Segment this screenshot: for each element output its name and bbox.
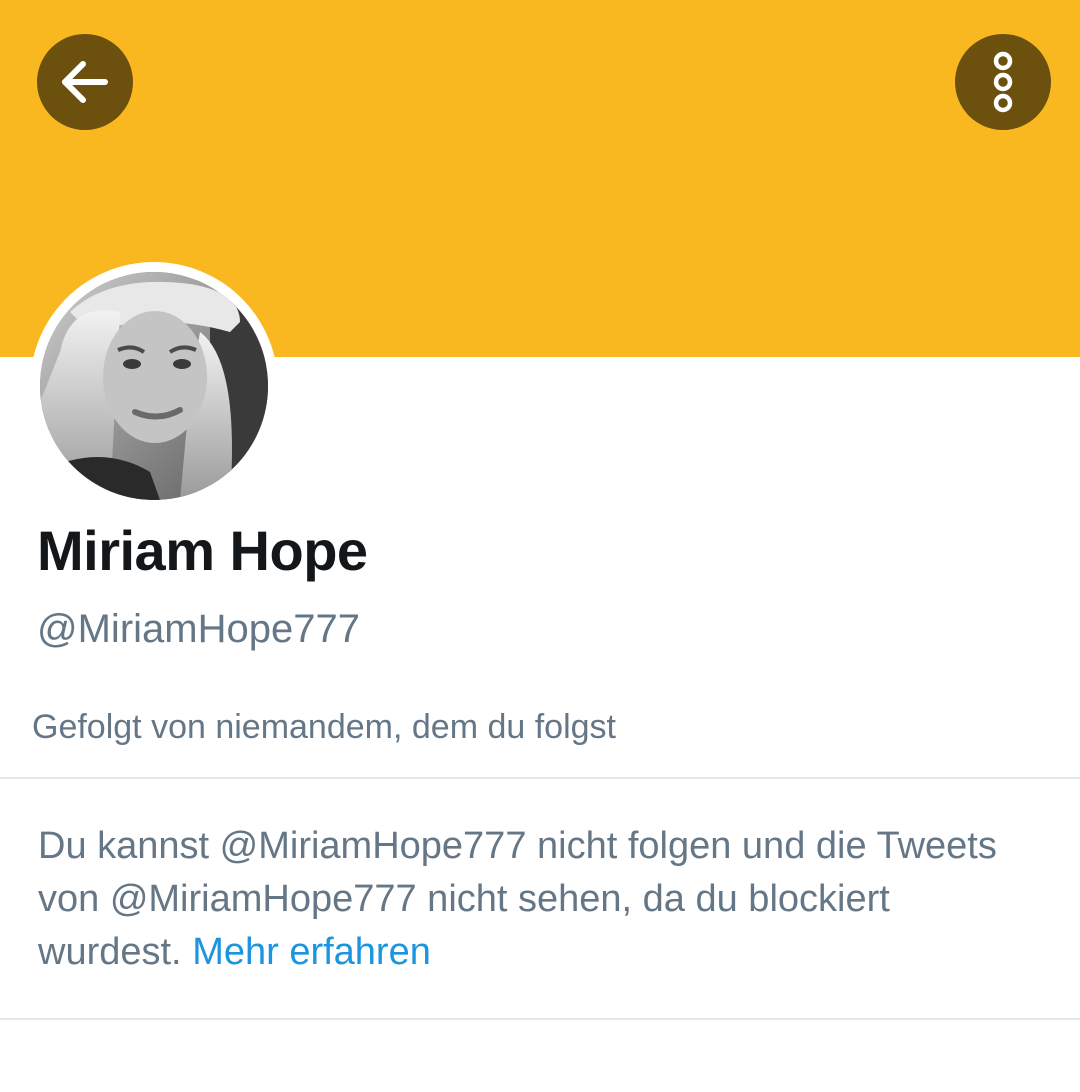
- divider: [0, 777, 1080, 779]
- learn-more-link[interactable]: Mehr erfahren: [192, 931, 431, 973]
- profile-handle: @MiriamHope777: [37, 607, 360, 651]
- followed-by-text: Gefolgt von niemandem, dem du folgst: [32, 708, 616, 746]
- divider: [0, 1018, 1080, 1020]
- profile-display-name: Miriam Hope: [37, 519, 368, 582]
- more-options-button[interactable]: [955, 34, 1051, 130]
- arrow-left-icon: [62, 61, 108, 103]
- blocked-notice: Du kannst @MiriamHope777 nicht folgen un…: [38, 820, 1038, 979]
- avatar-photo: [40, 272, 268, 500]
- blocked-notice-text: Du kannst @MiriamHope777 nicht folgen un…: [38, 825, 997, 973]
- profile-page: Miriam Hope @MiriamHope777 Gefolgt von n…: [0, 0, 1080, 1092]
- more-vertical-icon: [993, 51, 1013, 113]
- back-button[interactable]: [37, 34, 133, 130]
- avatar[interactable]: [40, 272, 268, 500]
